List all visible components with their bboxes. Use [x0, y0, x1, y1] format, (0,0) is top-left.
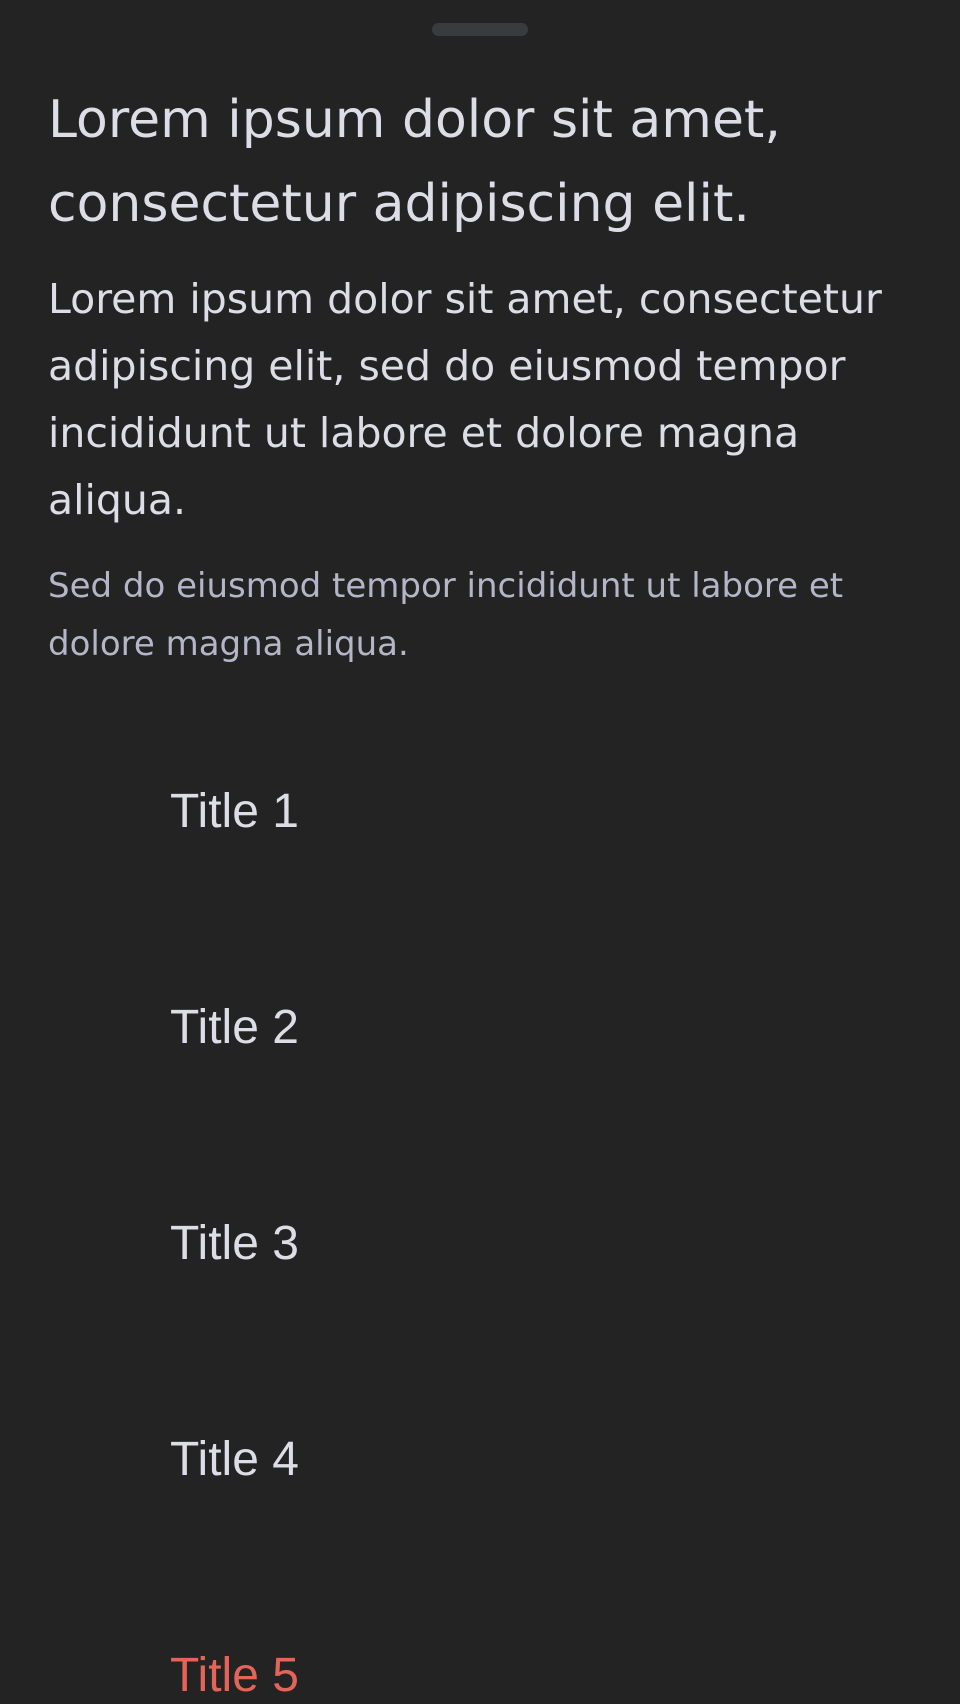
action-item-title-2[interactable]: Title 2	[0, 916, 960, 1132]
action-item-title-1[interactable]: Title 1	[0, 700, 960, 916]
action-item-label: Title 2	[170, 1001, 299, 1054]
action-item-title-4[interactable]: Title 4	[0, 1348, 960, 1564]
bottom-sheet: Lorem ipsum dolor sit amet, consectetur …	[0, 0, 960, 1704]
action-item-label: Title 3	[170, 1217, 299, 1270]
action-item-title-5[interactable]: Title 5	[0, 1564, 960, 1704]
action-list: Title 1 Title 2 Title 3 Title 4 Title 5	[0, 700, 960, 1704]
action-item-label: Title 1	[170, 785, 299, 838]
action-item-label: Title 5	[170, 1649, 299, 1702]
sheet-body-text: Lorem ipsum dolor sit amet, consectetur …	[48, 275, 882, 524]
drag-handle[interactable]	[432, 23, 528, 36]
action-item-title-3[interactable]: Title 3	[0, 1132, 960, 1348]
sheet-headline: Lorem ipsum dolor sit amet, consectetur …	[48, 90, 781, 234]
action-item-label: Title 4	[170, 1433, 299, 1486]
sheet-caption: Sed do eiusmod tempor incididunt ut labo…	[48, 566, 844, 664]
